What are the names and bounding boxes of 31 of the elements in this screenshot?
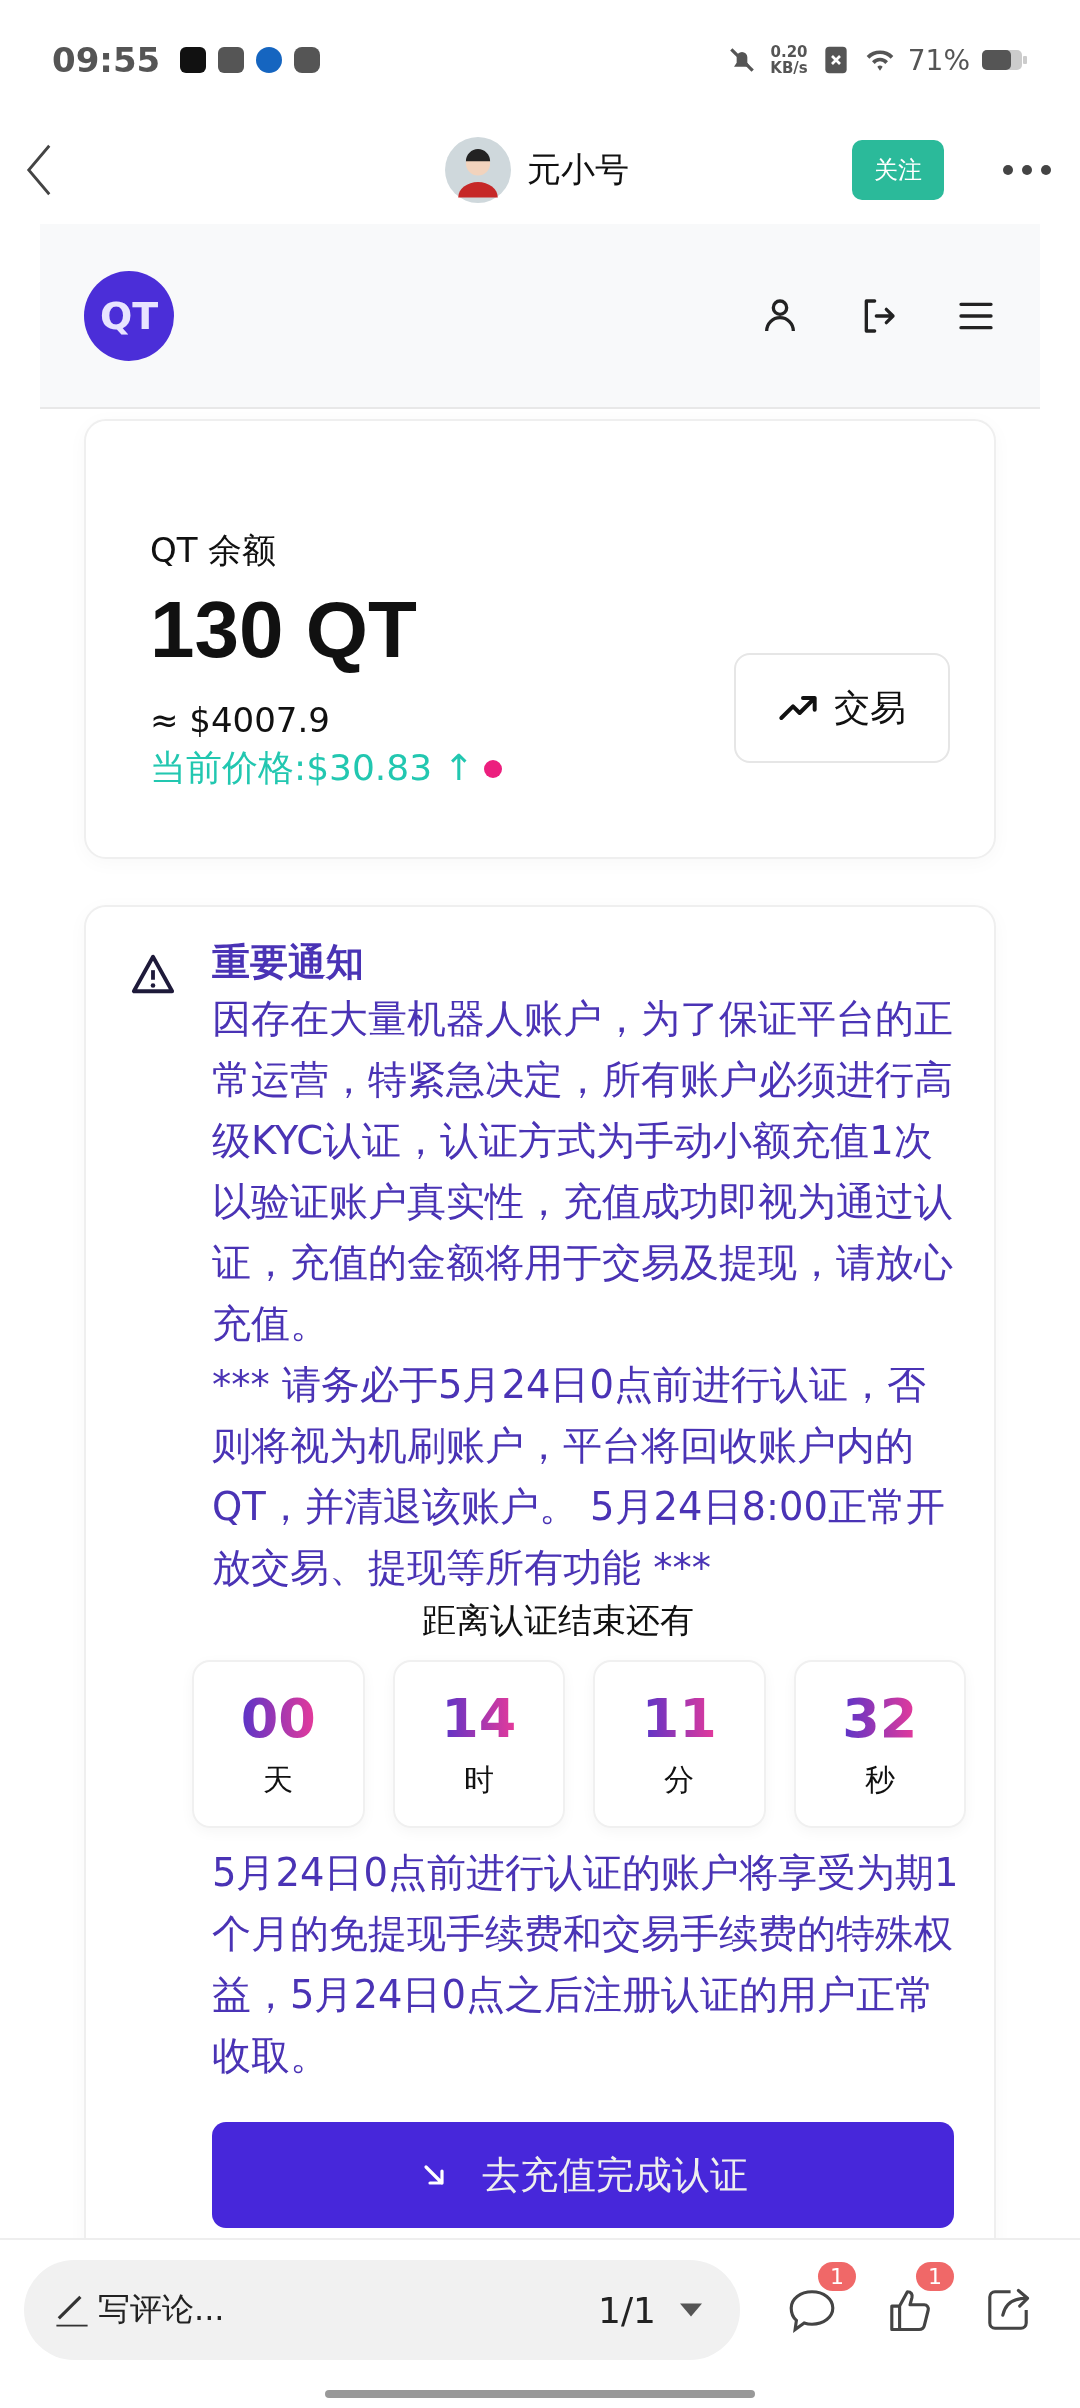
like-count-badge: 1	[916, 2262, 954, 2291]
notice-paragraph: *** 请务必于5月24日0点前进行认证，否则将视为机刷账户，平台将回收账户内的QT，并清退该账户。 5月24日8:00正常开放交易、提现等所有功能 ***	[212, 1361, 946, 1592]
battery-icon	[982, 48, 1028, 72]
live-dot	[483, 759, 502, 778]
usd-value: ≈ $4007.9	[150, 700, 331, 740]
benefit-text: 5月24日0点前进行认证的账户将享受为期1个月的免提现手续费和交易手续费的特殊权益，5月24日0点之后注册认证的用户正常收取。	[212, 1849, 960, 2080]
avatar	[445, 137, 511, 203]
countdown-unit: 天	[263, 1761, 294, 1799]
comment-count-badge: 1	[818, 2262, 856, 2291]
comment-field[interactable]: 写评论... 1/1	[24, 2260, 740, 2360]
page-indicator[interactable]: 1/1	[598, 2289, 656, 2331]
play-icon	[294, 47, 321, 73]
clock-time: 09:55	[52, 40, 161, 80]
bag-icon	[218, 47, 245, 73]
countdown-unit: 秒	[864, 1761, 895, 1799]
balance-amount: 130 QT	[150, 584, 418, 676]
more-icon[interactable]	[1002, 164, 1052, 176]
countdown-unit: 时	[463, 1761, 494, 1799]
notice-paragraph: 因存在大量机器人账户，为了保证平台的正常运营，特紧急决定，所有账户必须进行高级KYC认证，认证方式为手动小额充值1次以验证账户真实性，充值成功即视为通过认证，充值的金额将用于交易及提现，请放心充值。	[212, 995, 954, 1348]
logo[interactable]: QT	[84, 270, 174, 361]
network-speed: 0.20 KB/s	[770, 44, 808, 76]
current-price: 当前价格:$30.83 ↑	[150, 746, 474, 790]
notice-title: 重要通知	[212, 939, 365, 986]
trade-button[interactable]: 交易	[734, 653, 950, 763]
battery-level: 71%	[907, 43, 970, 77]
dropdown-icon[interactable]	[680, 2303, 702, 2317]
countdown-unit: 分	[664, 1761, 695, 1799]
balance-label: QT 余额	[150, 529, 278, 572]
account-name: 元小号	[527, 148, 629, 191]
countdown-label: 距离认证结束还有	[421, 1599, 695, 1642]
recharge-button[interactable]: 去充值完成认证	[212, 2122, 954, 2228]
